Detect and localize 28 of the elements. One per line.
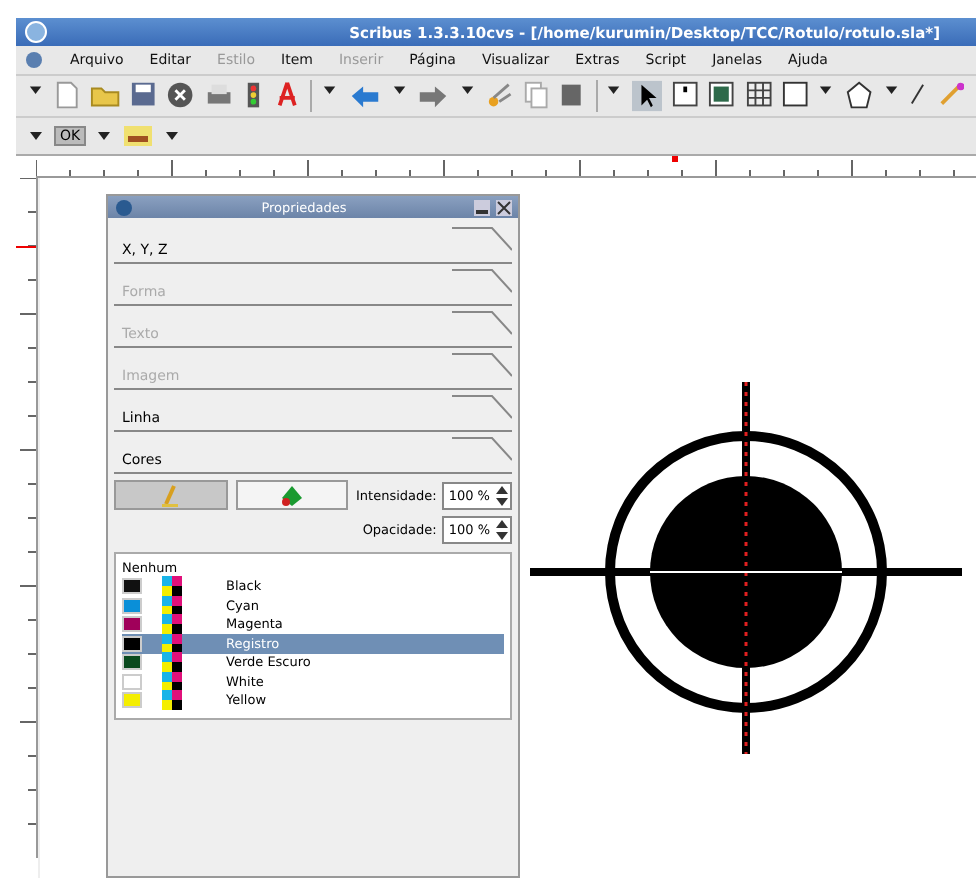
text-frame-icon[interactable] bbox=[672, 80, 699, 112]
spin-arrows-icon[interactable] bbox=[494, 518, 510, 542]
paint-bucket-icon bbox=[279, 483, 304, 507]
close-icon[interactable] bbox=[166, 80, 195, 112]
new-document-icon[interactable] bbox=[53, 80, 80, 112]
spin-arrows-icon[interactable] bbox=[493, 483, 510, 507]
fill-color-button[interactable] bbox=[235, 480, 348, 510]
app-icon[interactable] bbox=[114, 197, 134, 217]
app-icon[interactable] bbox=[24, 50, 44, 70]
cmyk-icon bbox=[162, 614, 182, 635]
pointer-icon[interactable] bbox=[632, 80, 663, 112]
pencil-icon bbox=[160, 483, 181, 507]
minimize-icon[interactable] bbox=[474, 199, 490, 215]
polygon-icon[interactable] bbox=[843, 80, 874, 112]
cmyk-icon bbox=[162, 633, 182, 654]
cmyk-icon bbox=[162, 576, 182, 597]
cmyk-icon bbox=[162, 671, 182, 692]
cmyk-icon bbox=[162, 690, 182, 711]
cmyk-icon bbox=[162, 595, 182, 616]
table-icon[interactable] bbox=[745, 80, 772, 112]
image-frame-icon[interactable] bbox=[708, 80, 736, 112]
rectangle-icon[interactable] bbox=[781, 80, 809, 112]
pdf-field-icon[interactable] bbox=[122, 122, 155, 150]
line-color-button[interactable] bbox=[114, 480, 227, 510]
close-icon[interactable] bbox=[496, 199, 512, 215]
app-icon[interactable] bbox=[24, 20, 48, 44]
cmyk-icon bbox=[162, 652, 182, 673]
traffic-light-icon[interactable] bbox=[244, 80, 264, 112]
